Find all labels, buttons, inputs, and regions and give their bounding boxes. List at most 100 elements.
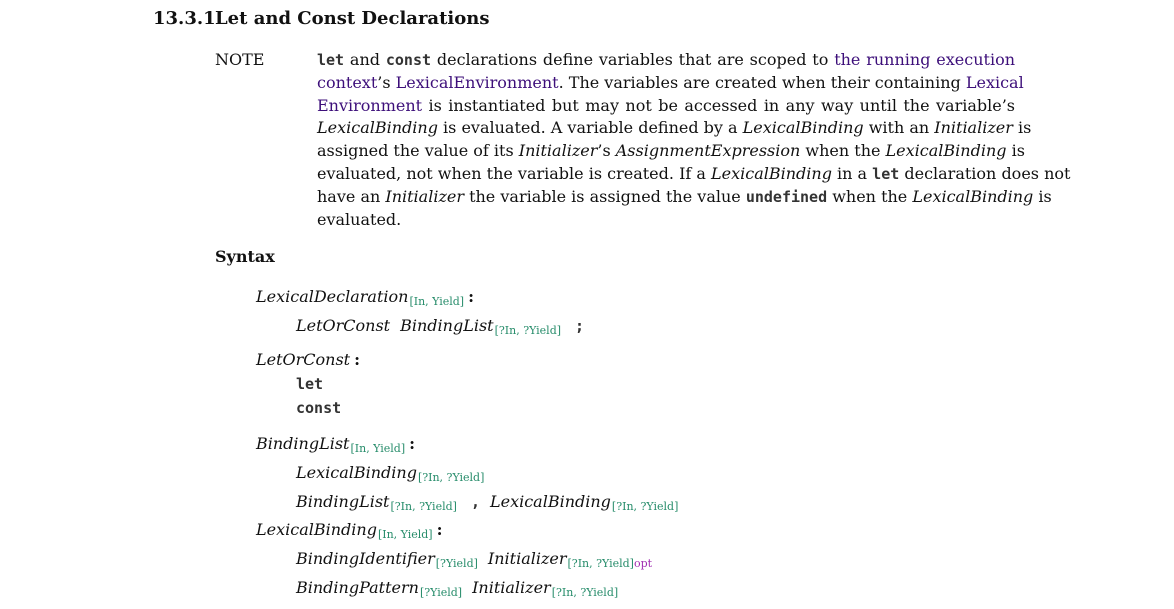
production-colon: :	[409, 434, 416, 453]
grammar-params: [?In, ?Yield]	[567, 557, 634, 570]
note-line: context’s LexicalEnvironment. The variab…	[317, 72, 1024, 95]
production-rhs: LexicalBinding[?In, ?Yield]	[296, 461, 678, 490]
production-colon: :	[436, 520, 443, 539]
grammar-params: [?In, ?Yield]	[417, 471, 485, 484]
grammar-params: [?In, ?Yield]	[551, 586, 619, 599]
section-title: Let and Const Declarations	[215, 8, 490, 29]
production-rhs: let	[296, 372, 360, 396]
production-rhs: const	[296, 396, 360, 420]
grammar-params: [?In, ?Yield]	[494, 324, 562, 337]
nonterminal-ref: LexicalBinding	[711, 163, 832, 183]
nonterminal-ref: LexicalBinding	[317, 118, 438, 138]
spec-link[interactable]: LexicalEnvironment	[396, 73, 559, 92]
note-text-run: is evaluated. A variable defined by a	[437, 118, 743, 138]
nonterminal-ref: LexicalBinding	[742, 118, 864, 138]
nonterminal-ref: AssignmentExpression	[615, 141, 801, 161]
section-heading: 13.3.1Let and Const Declarations	[153, 7, 489, 31]
terminal: const	[296, 399, 342, 417]
nonterminal: LetOrConst	[256, 350, 351, 369]
note-line: assigned the value of its Initializer’s …	[317, 140, 1025, 163]
production-lhs: LetOrConst:	[256, 348, 360, 372]
spec-link[interactable]: Environment	[317, 96, 422, 115]
production-colon: :	[468, 287, 475, 306]
note-text-run: . The variables are created when their c…	[558, 72, 966, 92]
terminal: ;	[575, 317, 585, 335]
nonterminal: BindingList	[296, 492, 390, 511]
production: LexicalBinding[In, Yield]: BindingIdentif…	[256, 518, 652, 605]
spec-link[interactable]: the running execution	[834, 50, 1015, 69]
production-lhs: LexicalDeclaration[In, Yield]:	[256, 285, 584, 314]
section-number: 13.3.1	[153, 8, 216, 29]
nonterminal-ref: LexicalBinding	[885, 141, 1007, 161]
note-text-run: declaration does not	[899, 163, 1071, 183]
production-rhs: BindingList[?In, ?Yield], LexicalBinding[…	[296, 490, 678, 519]
note-text-run: the variable is assigned the value	[463, 186, 746, 206]
nonterminal-ref: Initializer	[518, 141, 598, 161]
spec-link[interactable]: context	[317, 73, 377, 92]
note-text-run: is instantiated but may not be accessed …	[422, 95, 1015, 115]
nonterminal-ref: Initializer	[934, 118, 1013, 138]
note-line: let and const declarations define variab…	[317, 49, 1015, 72]
note-text-run: ’s	[377, 72, 396, 92]
production: BindingList[In, Yield]: LexicalBinding[?I…	[256, 432, 678, 519]
note-text-run: evaluated.	[317, 209, 402, 229]
optional-marker: opt	[633, 557, 653, 570]
code-keyword: let	[872, 164, 900, 183]
note-text-run: assigned the value of its	[317, 141, 519, 161]
production-rhs: BindingIdentifier[?Yield] Initializer[?In…	[296, 547, 652, 576]
nonterminal: BindingList	[400, 316, 494, 335]
nonterminal-ref: LexicalBinding	[912, 186, 1034, 206]
note-text-run: ’s	[597, 141, 616, 161]
nonterminal: LexicalBinding	[489, 492, 611, 511]
note-text-run: have an	[317, 186, 386, 206]
syntax-heading: Syntax	[215, 247, 275, 266]
note-text-run: is	[1006, 141, 1025, 161]
production: LetOrConst: let const	[256, 348, 360, 420]
production-lhs: BindingList[In, Yield]:	[256, 432, 678, 461]
nonterminal: BindingIdentifier	[296, 549, 435, 568]
nonterminal: LexicalBinding	[296, 463, 417, 482]
grammar-params: [In, Yield]	[377, 528, 433, 541]
note-line: have an Initializer the variable is assi…	[317, 186, 1052, 209]
terminal: let	[296, 375, 324, 393]
production-rhs: LetOrConst BindingList[?In, ?Yield];	[296, 314, 584, 343]
note-text-run: is	[1012, 118, 1032, 138]
grammar-params: [In, Yield]	[350, 442, 406, 455]
nonterminal: Initializer	[472, 578, 551, 597]
terminal: ,	[470, 493, 480, 511]
note-text-run: with an	[863, 118, 935, 138]
nonterminal-ref: Initializer	[385, 186, 464, 206]
grammar-params: [?Yield]	[419, 586, 463, 599]
production-lhs: LexicalBinding[In, Yield]:	[256, 518, 652, 547]
nonterminal: LexicalBinding	[256, 520, 377, 539]
grammar-params: [?In, ?Yield]	[390, 500, 457, 513]
note-text-run: in a	[831, 163, 873, 183]
nonterminal: LetOrConst	[296, 316, 391, 335]
note-text-run: when the	[800, 141, 886, 161]
spec-page: 13.3.1Let and Const Declarations NOTE le…	[0, 0, 1174, 609]
production-colon: :	[354, 350, 361, 369]
grammar-params: [?In, ?Yield]	[611, 500, 679, 513]
production-rhs: BindingPattern[?Yield] Initializer[?In, ?…	[296, 576, 652, 605]
note-label: NOTE	[215, 50, 265, 69]
code-keyword: undefined	[745, 187, 828, 206]
note-text: let and const declarations define variab…	[317, 49, 1070, 232]
nonterminal: BindingList	[256, 434, 350, 453]
code-keyword: let	[317, 51, 345, 69]
code-keyword: const	[385, 51, 432, 69]
nonterminal: Initializer	[487, 549, 567, 568]
note-text-run: is	[1033, 186, 1052, 206]
note-text-run: when the	[827, 186, 913, 206]
note-line: evaluated, not when the variable is crea…	[317, 163, 1070, 186]
note-line: evaluated.	[317, 209, 1015, 232]
note-line: Environment is instantiated but may not …	[317, 95, 1015, 118]
note-text-run: and	[344, 50, 386, 69]
grammar-params: [In, Yield]	[409, 295, 465, 308]
nonterminal: LexicalDeclaration	[256, 287, 409, 306]
spec-link[interactable]: Lexical	[966, 73, 1024, 92]
production: LexicalDeclaration[In, Yield]: LetOrConst…	[256, 285, 584, 343]
note-text-run: evaluated, not when the variable is crea…	[317, 163, 712, 183]
nonterminal: BindingPattern	[296, 578, 419, 597]
note-line: LexicalBinding is evaluated. A variable …	[317, 117, 1031, 140]
note-text-run: declarations define variables that are s…	[431, 50, 835, 69]
